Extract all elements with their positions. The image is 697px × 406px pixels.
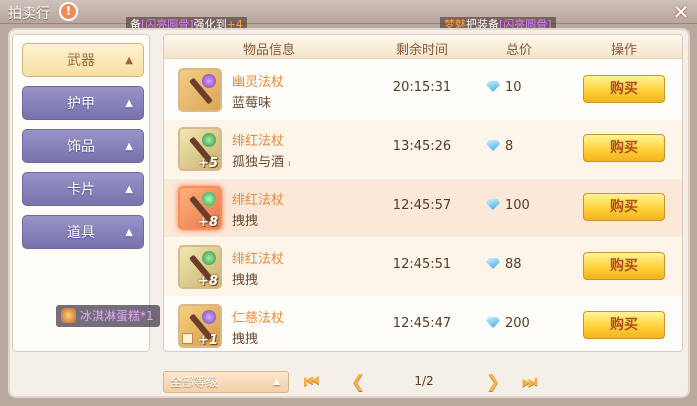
category-label: 护甲 <box>67 96 95 112</box>
category-label: 道具 <box>67 225 95 241</box>
cake-icon <box>61 308 76 323</box>
seller-name-text: 孤独与酒 <box>232 155 285 170</box>
header-time-left: 剩余时间 <box>395 43 448 58</box>
item-obtained-notice: 冰淇淋蛋糕*1 <box>56 305 160 327</box>
seller-mark: ı <box>288 159 291 168</box>
category-label: 饰品 <box>67 139 95 155</box>
item-name: 绯红法杖 <box>232 193 285 208</box>
header-action: 操作 <box>610 43 637 58</box>
table-row[interactable]: +8 绯红法杖 拽拽 12:45:57 100 购买 <box>164 179 682 237</box>
chevron-up-icon: ▲ <box>125 55 133 66</box>
category-armor[interactable]: 护甲 ▲ <box>22 86 144 120</box>
ghost-staff-icon[interactable] <box>178 68 222 112</box>
seller-name: 拽拽 <box>232 332 259 347</box>
time-left: 12:45:57 <box>392 198 452 213</box>
category-label: 卡片 <box>67 182 95 198</box>
chevron-up-icon: ▲ <box>273 377 280 387</box>
category-items[interactable]: 道具 ▲ <box>22 215 144 249</box>
crimson-staff-icon[interactable]: +8 <box>178 245 222 289</box>
price-value: 8 <box>505 139 514 154</box>
prev-page-icon[interactable]: ❮ <box>351 370 365 394</box>
mercy-staff-icon[interactable]: +1 <box>178 304 222 348</box>
seller-name: 拽拽 <box>232 273 259 288</box>
help-icon[interactable]: ! <box>59 2 78 21</box>
diamond-icon <box>486 81 500 92</box>
seller-name: 孤独与酒 ı <box>232 151 290 170</box>
header-item-info: 物品信息 <box>242 43 295 58</box>
category-accessories[interactable]: 饰品 ▲ <box>22 129 144 163</box>
table-row[interactable]: +8 绯红法杖 拽拽 12:45:51 88 购买 <box>164 238 682 296</box>
item-name: 绯红法杖 <box>232 252 285 267</box>
buy-button[interactable]: 购买 <box>583 134 665 162</box>
buy-button[interactable]: 购买 <box>583 193 665 221</box>
last-page-icon[interactable]: ⏭ <box>522 370 537 394</box>
notice-text: 冰淇淋蛋糕*1 <box>80 309 154 323</box>
bound-mark-icon <box>182 333 193 344</box>
staff-gem <box>202 251 216 265</box>
seller-name: 拽拽 <box>232 214 259 229</box>
table-row[interactable]: +5 绯红法杖 孤独与酒 ı 13:45:26 8 购买 <box>164 120 682 178</box>
staff-gem <box>202 192 216 206</box>
price: 100 <box>486 198 566 213</box>
staff-gem <box>202 310 216 324</box>
price-value: 88 <box>505 257 522 272</box>
price-value: 100 <box>505 198 530 213</box>
table-row[interactable]: 幽灵法杖 蓝莓味 20:15:31 10 购买 <box>164 61 682 119</box>
price: 8 <box>486 139 566 154</box>
header-total-price: 总价 <box>505 43 532 58</box>
diamond-icon <box>486 199 500 210</box>
price-value: 200 <box>505 316 530 331</box>
staff-gem <box>202 133 216 147</box>
next-page-icon[interactable]: ❯ <box>486 370 500 394</box>
time-left: 20:15:31 <box>392 80 452 95</box>
window-title: 拍卖行 <box>8 6 50 22</box>
chevron-up-icon: ▲ <box>125 184 133 195</box>
close-icon[interactable]: ✕ <box>669 1 693 23</box>
table-header: 物品信息 剩余时间 总价 操作 <box>164 35 682 59</box>
category-label: 武器 <box>67 53 95 69</box>
category-weapons[interactable]: 武器 ▲ <box>22 43 144 77</box>
item-name: 仁慈法杖 <box>232 311 285 326</box>
category-cards[interactable]: 卡片 ▲ <box>22 172 144 206</box>
staff-gem <box>202 74 216 88</box>
diamond-icon <box>486 317 500 328</box>
price-value: 10 <box>505 80 522 95</box>
refine-level: +5 <box>198 156 218 171</box>
first-page-icon[interactable]: ⏮ <box>304 370 319 394</box>
refine-level: +1 <box>198 333 218 348</box>
buy-button[interactable]: 购买 <box>583 311 665 339</box>
time-left: 12:45:47 <box>392 316 452 331</box>
diamond-icon <box>486 258 500 269</box>
seller-name: 蓝莓味 <box>232 96 272 111</box>
title-bar: 拍卖行 ! ✕ <box>0 0 697 24</box>
table-row[interactable]: +1 仁慈法杖 拽拽 12:45:47 200 购买 <box>164 297 682 351</box>
diamond-icon <box>486 140 500 151</box>
auction-listing-table: 物品信息 剩余时间 总价 操作 幽灵法杖 蓝莓味 20:15:31 10 购买 … <box>163 34 683 352</box>
price: 88 <box>486 257 566 272</box>
crimson-staff-icon[interactable]: +5 <box>178 127 222 171</box>
buy-button[interactable]: 购买 <box>583 252 665 280</box>
buy-button[interactable]: 购买 <box>583 75 665 103</box>
time-left: 13:45:26 <box>392 139 452 154</box>
refine-level: +8 <box>198 274 218 289</box>
chevron-up-icon: ▲ <box>125 227 133 238</box>
item-name: 幽灵法杖 <box>232 75 285 90</box>
level-filter-select[interactable]: 全部等级 ▲ <box>163 371 289 393</box>
chevron-up-icon: ▲ <box>125 98 133 109</box>
chevron-up-icon: ▲ <box>125 141 133 152</box>
price: 10 <box>486 80 566 95</box>
refine-level: +8 <box>198 215 218 230</box>
item-name: 绯红法杖 <box>232 134 285 149</box>
crimson-staff-icon[interactable]: +8 <box>178 186 222 230</box>
time-left: 12:45:51 <box>392 257 452 272</box>
page-indicator: 1/2 <box>414 374 434 388</box>
price: 200 <box>486 316 566 331</box>
level-filter-value: 全部等级 <box>170 375 219 389</box>
